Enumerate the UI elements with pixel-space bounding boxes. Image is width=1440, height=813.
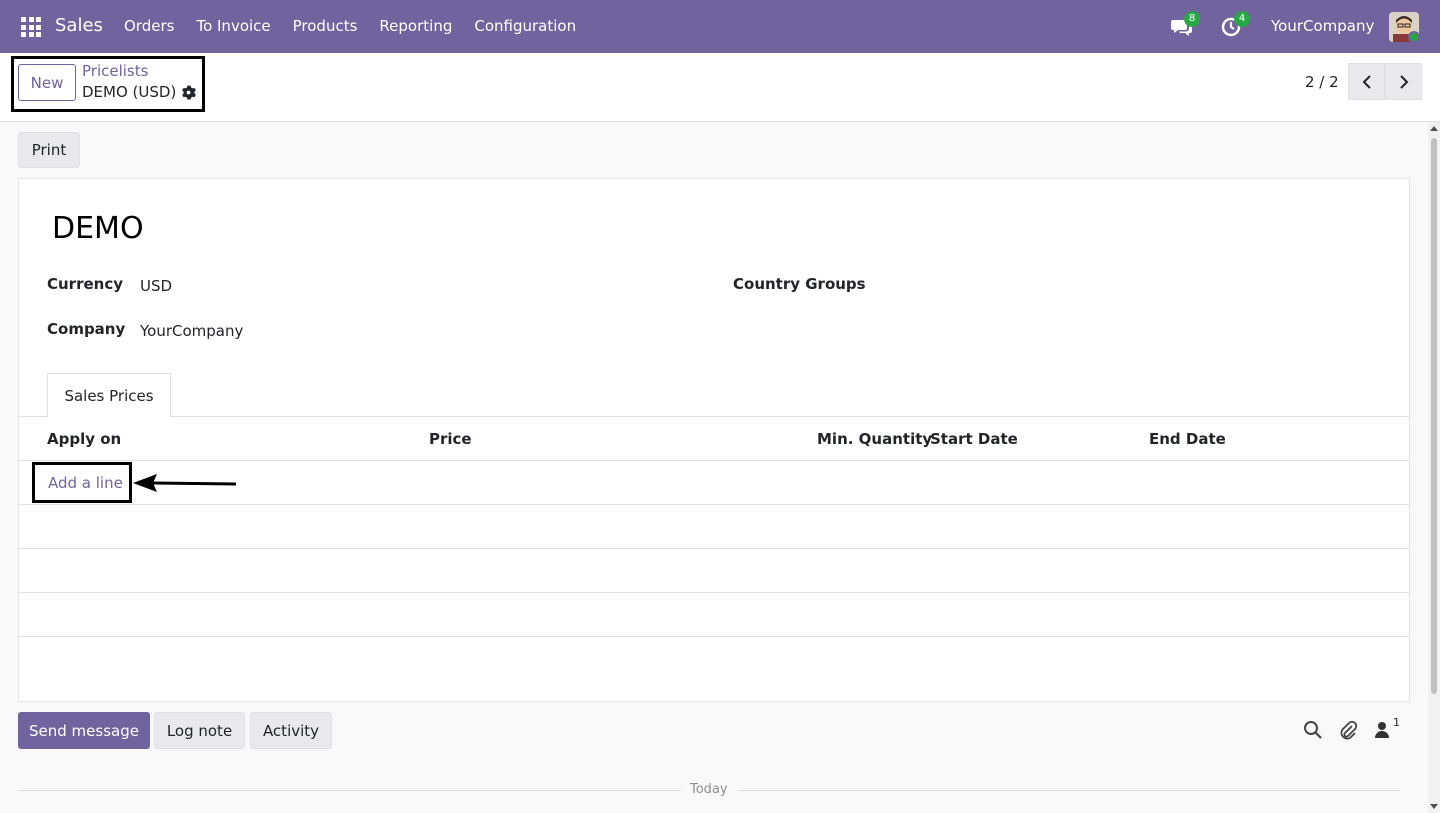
date-divider-left <box>18 790 681 791</box>
gear-icon[interactable] <box>181 85 196 100</box>
chevron-right-icon <box>1399 74 1408 89</box>
pager-previous-button[interactable] <box>1348 63 1385 100</box>
notebook-tabs: Sales Prices <box>19 373 1409 418</box>
company-switcher[interactable]: YourCompany <box>1271 17 1374 35</box>
menu-item-to-invoice[interactable]: To Invoice <box>185 17 281 35</box>
vertical-scrollbar[interactable] <box>1428 122 1440 813</box>
messages-badge: 8 <box>1184 11 1200 27</box>
followers-icon[interactable] <box>1373 720 1393 740</box>
chevron-left-icon <box>1362 74 1371 89</box>
column-end-date[interactable]: End Date <box>1149 430 1226 448</box>
pager-value[interactable]: 2 / 2 <box>1305 73 1339 91</box>
breadcrumb-current-record: DEMO (USD) <box>82 83 177 101</box>
tab-sales-prices[interactable]: Sales Prices <box>47 373 171 418</box>
add-line-row: Add a line <box>19 461 1409 505</box>
pager-next-button[interactable] <box>1385 63 1422 100</box>
table-row <box>19 549 1409 593</box>
menu-item-products[interactable]: Products <box>282 17 369 35</box>
breadcrumb-pricelists[interactable]: Pricelists <box>82 62 148 80</box>
column-min-quantity[interactable]: Min. Quantity <box>817 430 932 448</box>
apps-menu-icon[interactable] <box>21 17 41 37</box>
menu-item-reporting[interactable]: Reporting <box>368 17 463 35</box>
currency-field[interactable]: USD <box>140 277 172 295</box>
send-message-button[interactable]: Send message <box>18 712 150 749</box>
paperclip-icon[interactable] <box>1338 720 1358 740</box>
scroll-down-arrow-icon[interactable] <box>1430 804 1438 809</box>
top-navbar: Sales Orders To Invoice Products Reporti… <box>0 0 1440 53</box>
activities-badge: 4 <box>1234 11 1250 27</box>
column-price[interactable]: Price <box>429 430 472 448</box>
annotation-highlight-box <box>32 462 132 503</box>
scrollbar-thumb[interactable] <box>1431 138 1437 694</box>
app-brand[interactable]: Sales <box>55 15 103 36</box>
table-row <box>19 593 1409 637</box>
country-groups-label: Country Groups <box>733 275 866 293</box>
main-menu: Orders To Invoice Products Reporting Con… <box>113 17 587 35</box>
form-view: Print DEMO Currency USD Company YourComp… <box>0 122 1428 813</box>
print-button[interactable]: Print <box>18 132 80 168</box>
record-name-field[interactable]: DEMO <box>52 211 144 246</box>
user-status-indicator <box>1408 31 1420 43</box>
scroll-up-arrow-icon[interactable] <box>1430 126 1438 131</box>
messages-icon[interactable]: 8 <box>1170 11 1200 39</box>
activity-button[interactable]: Activity <box>250 712 332 749</box>
date-divider-label: Today <box>690 782 728 797</box>
followers-count: 1 <box>1393 716 1400 729</box>
annotation-arrow-icon <box>133 474 237 492</box>
form-sheet: DEMO Currency USD Company YourCompany Co… <box>18 178 1410 702</box>
table-header: Apply on Price Min. Quantity Start Date … <box>19 417 1409 461</box>
table-row <box>19 505 1409 549</box>
menu-item-configuration[interactable]: Configuration <box>463 17 587 35</box>
new-button[interactable]: New <box>18 64 76 101</box>
activity-clock-icon[interactable]: 4 <box>1220 11 1250 39</box>
column-apply-on[interactable]: Apply on <box>47 430 121 448</box>
search-icon[interactable] <box>1303 720 1323 740</box>
date-divider-right <box>738 790 1400 791</box>
control-panel: New Pricelists DEMO (USD) 2 / 2 <box>0 53 1440 122</box>
log-note-button[interactable]: Log note <box>154 712 245 749</box>
column-start-date[interactable]: Start Date <box>930 430 1018 448</box>
company-label: Company <box>47 320 126 338</box>
company-field[interactable]: YourCompany <box>140 322 243 340</box>
menu-item-orders[interactable]: Orders <box>113 17 185 35</box>
currency-label: Currency <box>47 275 124 293</box>
